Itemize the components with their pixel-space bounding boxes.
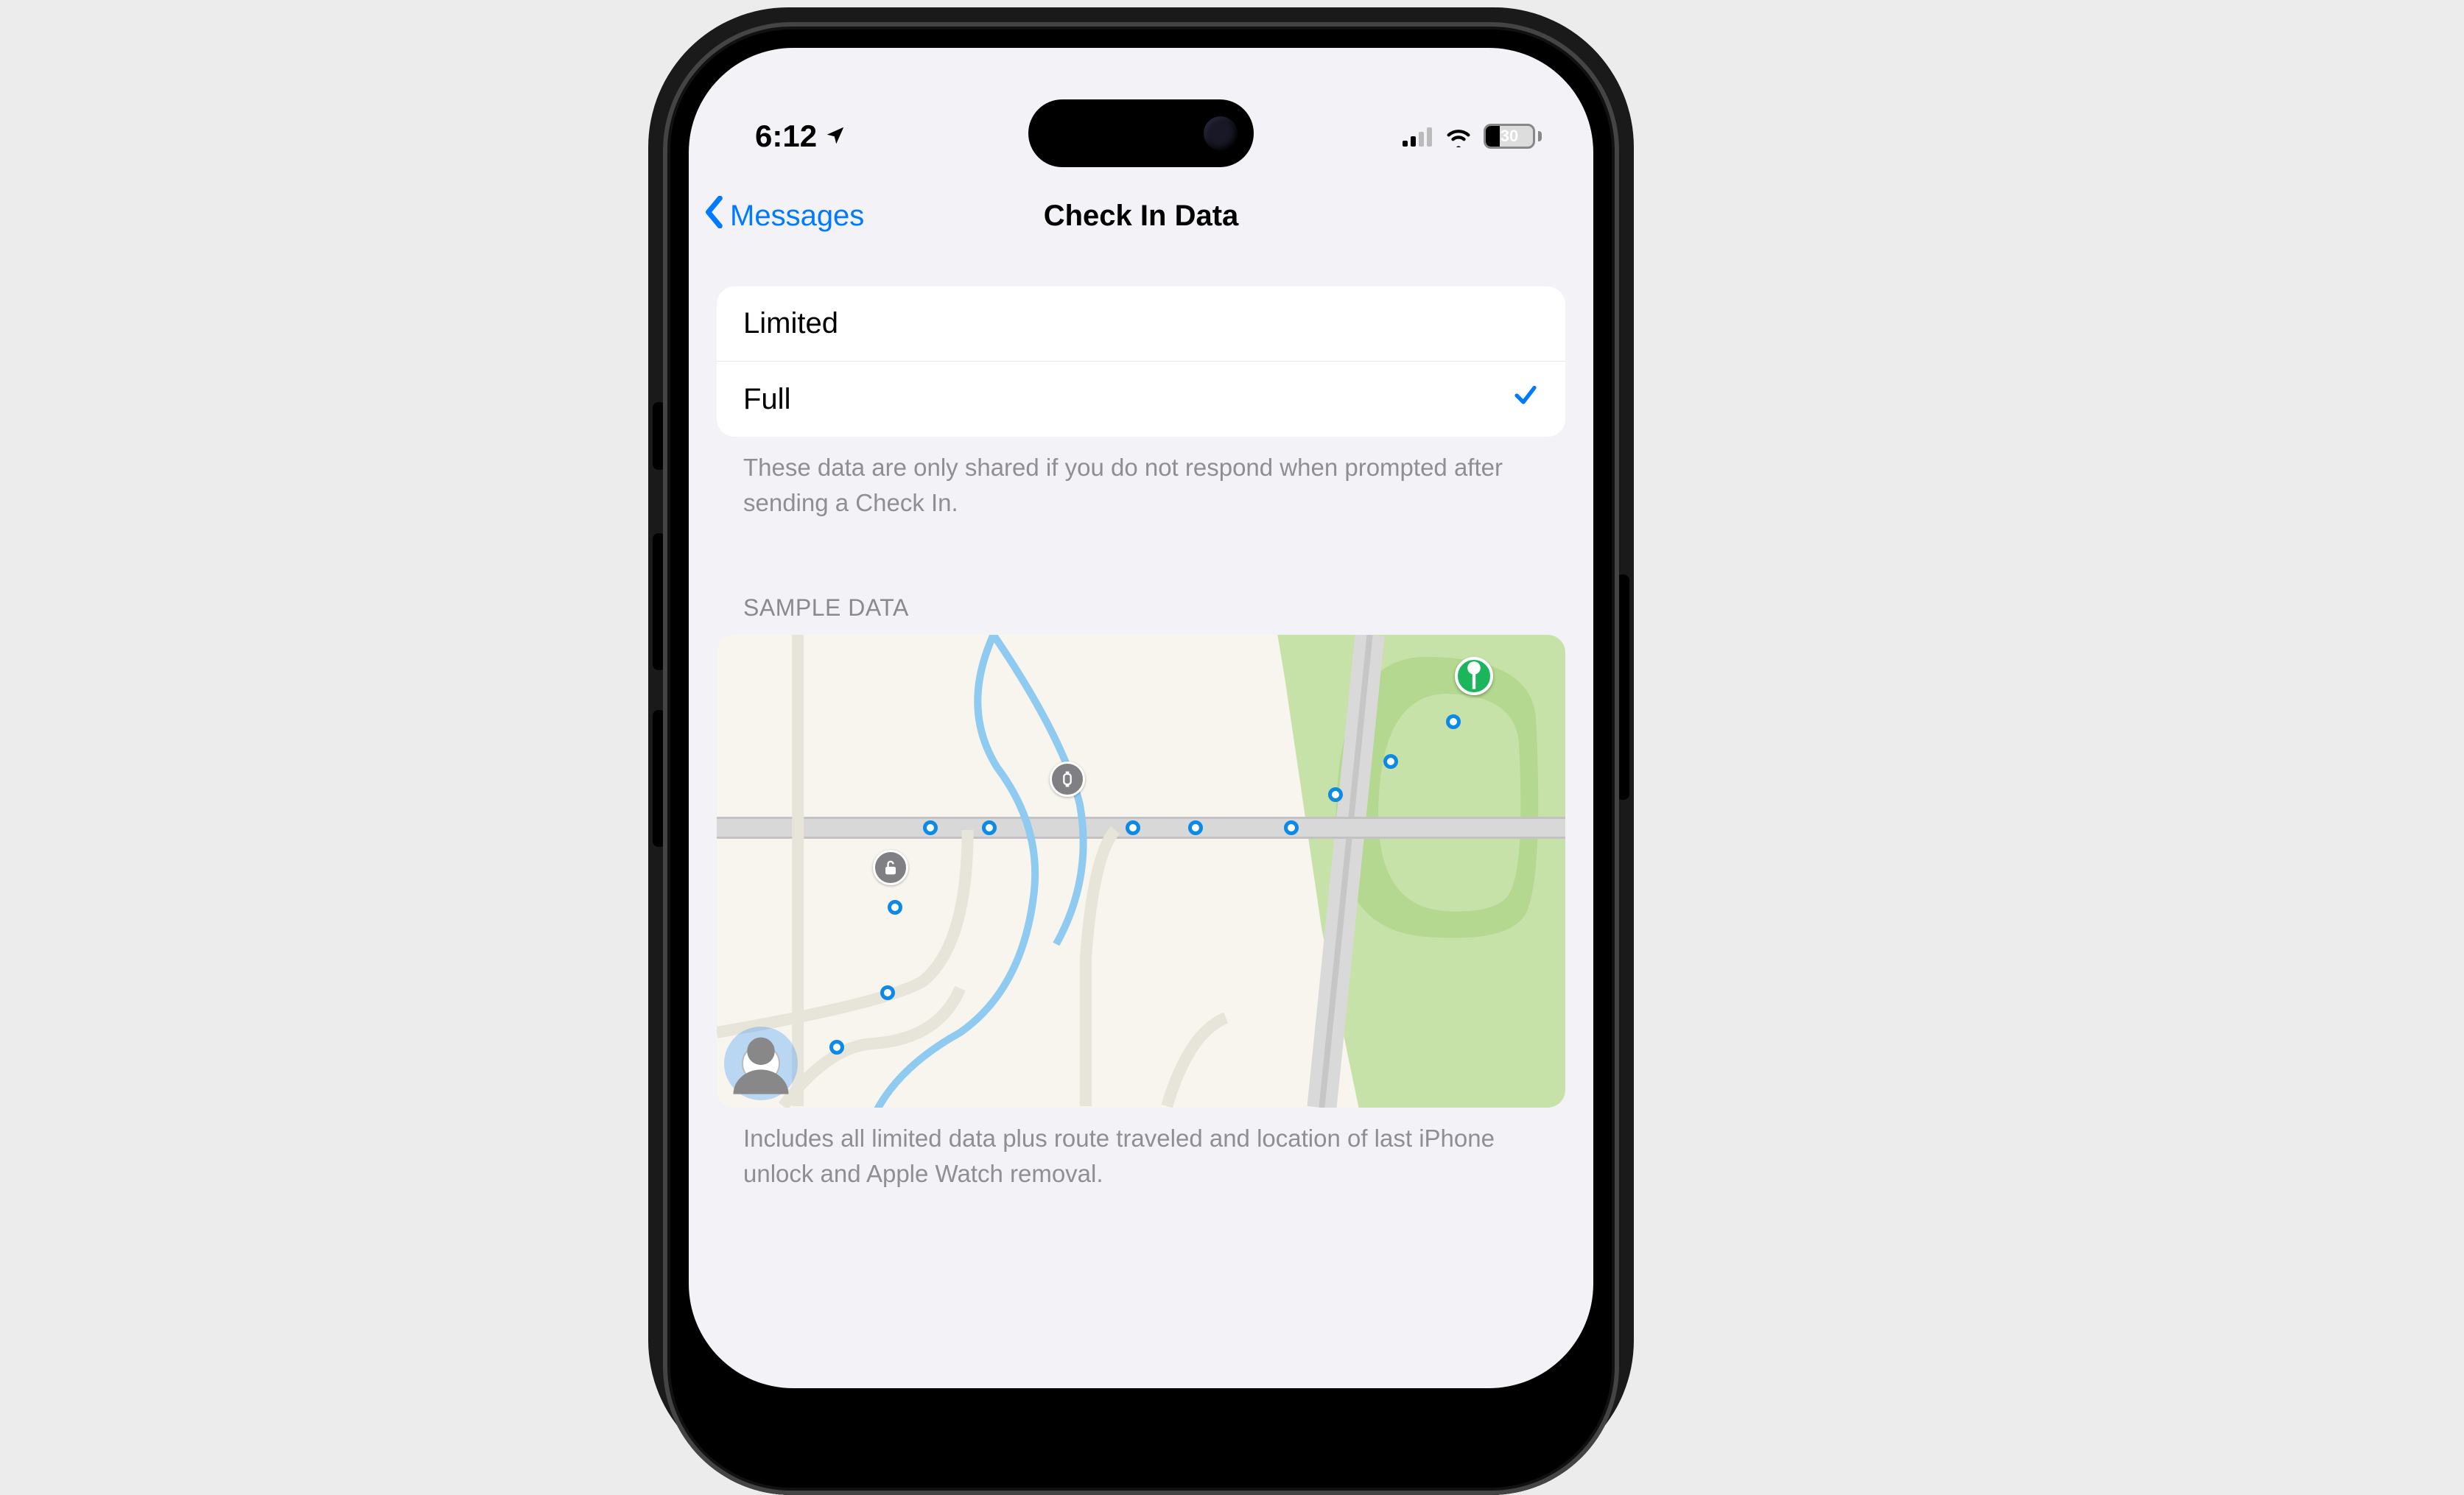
status-bar: 6:12 [689, 92, 1593, 180]
option-label: Full [743, 383, 790, 416]
unlock-icon [880, 857, 901, 878]
battery-percent: 30 [1486, 126, 1533, 147]
option-limited[interactable]: Limited [717, 286, 1565, 361]
iphone-unlock-marker [873, 850, 908, 885]
data-level-options: Limited Full [717, 286, 1565, 437]
checkmark-icon [1512, 382, 1539, 416]
route-point [888, 900, 902, 915]
option-full[interactable]: Full [717, 361, 1565, 437]
back-button[interactable]: Messages [702, 180, 864, 251]
apple-watch-marker [1050, 761, 1085, 797]
battery-indicator: 30 [1484, 124, 1542, 149]
route-point [982, 820, 997, 835]
route-point [1284, 820, 1299, 835]
wifi-icon [1444, 125, 1473, 147]
route-point [880, 985, 895, 1000]
route-point [829, 1040, 844, 1055]
screen: 6:12 [689, 48, 1593, 1388]
route-point [1383, 754, 1398, 769]
page-title: Check In Data [1044, 200, 1239, 233]
watch-icon [1057, 769, 1078, 789]
route-point [923, 820, 938, 835]
sample-data-map [717, 635, 1565, 1108]
status-time: 6:12 [755, 119, 817, 154]
cellular-signal-icon [1403, 126, 1433, 147]
options-footer: These data are only shared if you do not… [717, 437, 1565, 521]
sample-data-footer: Includes all limited data plus route tra… [717, 1108, 1565, 1192]
pin-icon [1458, 660, 1490, 692]
destination-pin [1455, 657, 1493, 695]
chevron-left-icon [702, 196, 729, 236]
route-point [1446, 714, 1461, 729]
route-point [1188, 820, 1203, 835]
back-label: Messages [730, 200, 864, 233]
option-label: Limited [743, 307, 838, 340]
sample-data-header: SAMPLE DATA [717, 521, 1565, 635]
current-location-marker [724, 1027, 798, 1100]
person-icon [724, 1027, 798, 1100]
route-point [1328, 787, 1343, 802]
navigation-bar: Messages Check In Data [689, 180, 1593, 251]
location-arrow-icon [824, 119, 846, 154]
route-point [1126, 820, 1140, 835]
